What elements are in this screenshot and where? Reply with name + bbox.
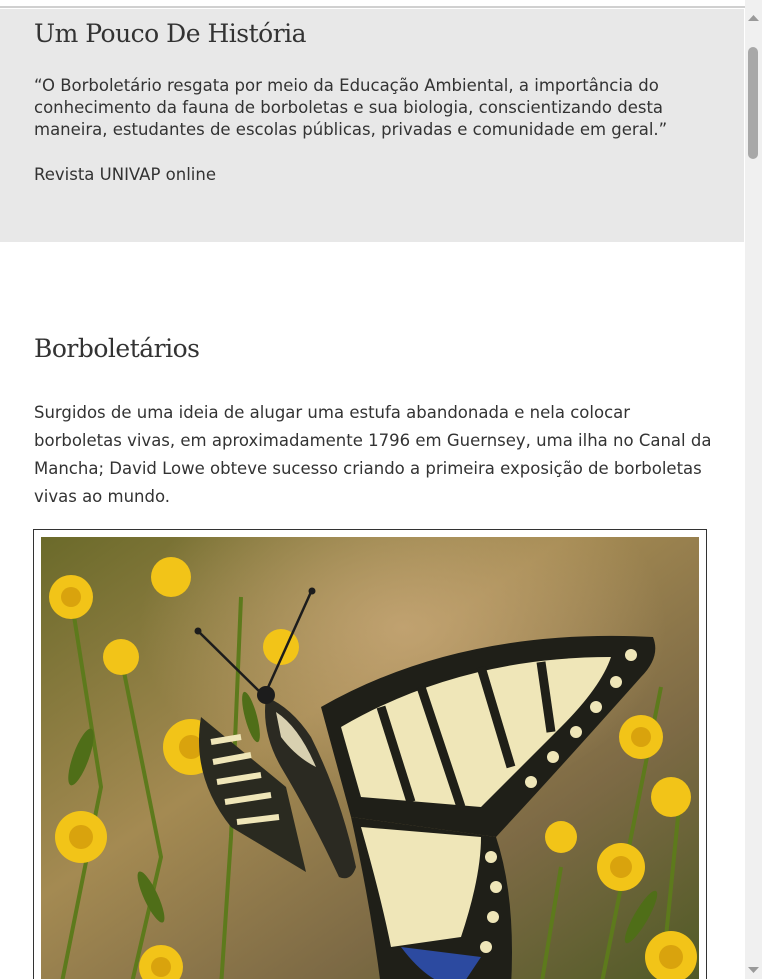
butterfly-photo xyxy=(41,537,699,979)
triangle-up-icon[interactable] xyxy=(745,10,762,26)
history-quote: “O Borboletário resgata por meio da Educ… xyxy=(34,76,668,139)
borboletarios-title: Borboletários xyxy=(34,334,200,363)
history-source: Revista UNIVAP online xyxy=(34,165,216,184)
vertical-scrollbar[interactable] xyxy=(745,0,762,979)
photo-frame xyxy=(33,529,707,979)
history-section: Um Pouco De História “O Borboletário res… xyxy=(0,9,744,242)
triangle-down-icon[interactable] xyxy=(745,962,762,978)
borboletarios-paragraph: Surgidos de uma ideia de alugar uma estu… xyxy=(34,403,712,506)
scroll-thumb[interactable] xyxy=(748,47,758,159)
history-title: Um Pouco De História xyxy=(34,19,307,48)
top-divider xyxy=(0,0,745,8)
